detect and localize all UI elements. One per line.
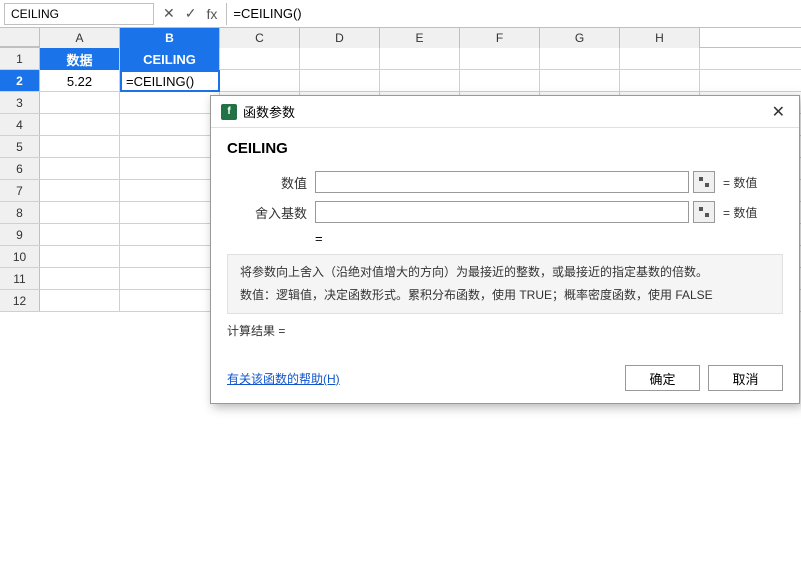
desc-param-text: 数值：逻辑值，决定函数形式。累积分布函数，使用 TRUE；概率密度函数，使用 F… xyxy=(240,286,770,305)
result-row: = xyxy=(227,231,783,246)
dialog-title: f 函数参数 xyxy=(221,102,295,121)
param-row-significance: 舍入基数 = 数值 xyxy=(227,201,783,223)
param-input-significance[interactable] xyxy=(315,201,689,223)
cancel-button[interactable]: 取消 xyxy=(708,365,783,391)
dialog-title-text: 函数参数 xyxy=(243,102,295,121)
dialog-body: CEILING 数值 = 数值 舍入基数 xyxy=(211,128,799,357)
calc-result-row: 计算结果 = xyxy=(227,322,783,339)
param-ref-btn-significance[interactable] xyxy=(693,201,715,223)
calc-result-label: 计算结果 = xyxy=(227,322,285,339)
param-label-significance: 舍入基数 xyxy=(227,203,307,222)
help-link[interactable]: 有关该函数的帮助(H) xyxy=(227,370,340,387)
param-ref-btn-value[interactable] xyxy=(693,171,715,193)
param-eq-value: = 数值 xyxy=(723,174,783,191)
param-label-value: 数值 xyxy=(227,173,307,192)
function-arguments-dialog: f 函数参数 ✕ CEILING 数值 = 数值 舍入基数 xyxy=(210,95,800,404)
description-area: 将参数向上舍入（沿绝对值增大的方向）为最接近的整数，或最接近的指定基数的倍数。 … xyxy=(227,254,783,314)
param-row-value: 数值 = 数值 xyxy=(227,171,783,193)
dialog-overlay: f 函数参数 ✕ CEILING 数值 = 数值 舍入基数 xyxy=(0,0,801,563)
dialog-title-icon: f xyxy=(221,104,237,120)
dialog-close-button[interactable]: ✕ xyxy=(768,102,789,122)
param-input-value[interactable] xyxy=(315,171,689,193)
result-eq: = xyxy=(315,231,323,246)
dialog-titlebar: f 函数参数 ✕ xyxy=(211,96,799,128)
dialog-footer: 有关该函数的帮助(H) 确定 取消 xyxy=(211,357,799,403)
param-eq-significance: = 数值 xyxy=(723,204,783,221)
desc-main-text: 将参数向上舍入（沿绝对值增大的方向）为最接近的整数，或最接近的指定基数的倍数。 xyxy=(240,263,770,282)
confirm-button[interactable]: 确定 xyxy=(625,365,700,391)
param-input-wrap-value xyxy=(315,171,715,193)
function-name: CEILING xyxy=(227,140,783,157)
param-input-wrap-significance xyxy=(315,201,715,223)
dialog-buttons: 确定 取消 xyxy=(625,365,783,391)
